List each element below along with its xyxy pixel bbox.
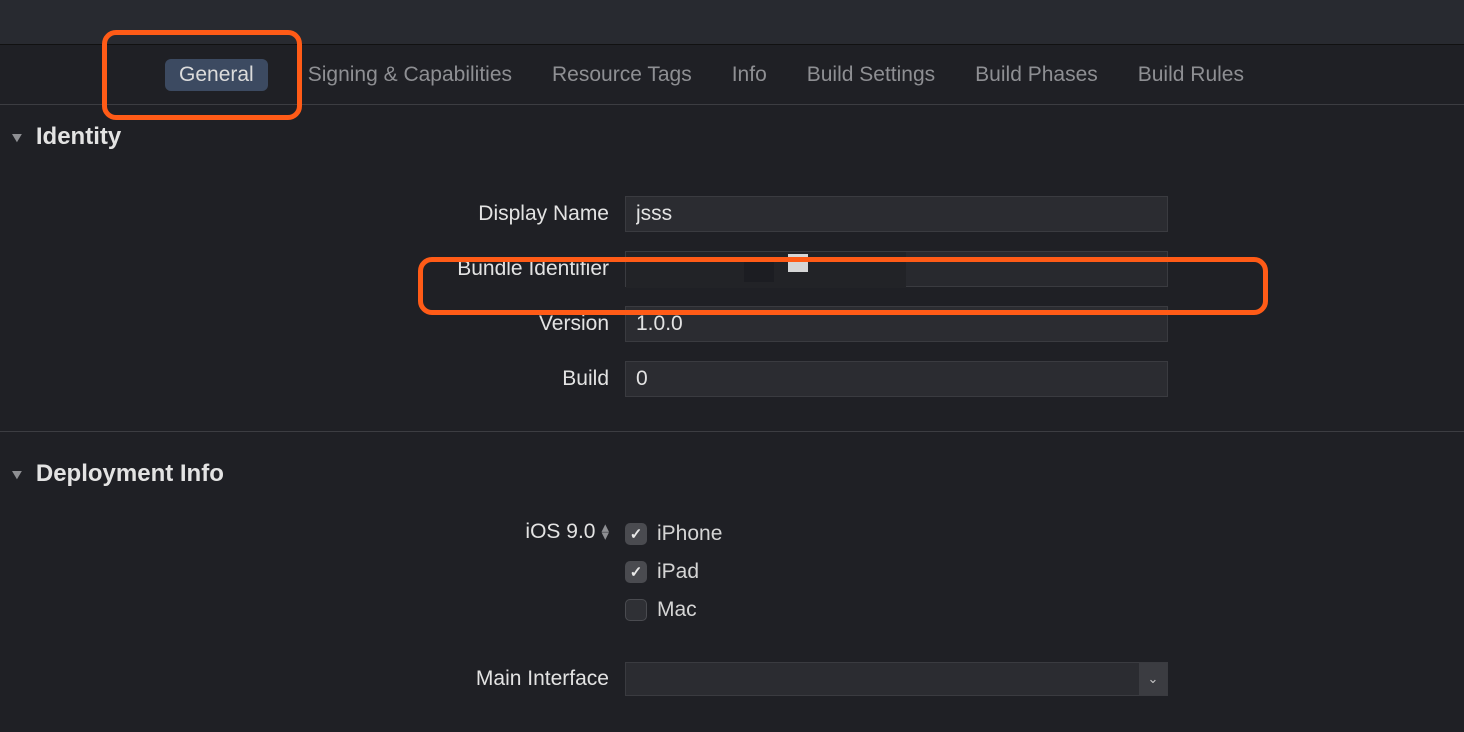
target-settings-tabbar: General Signing & Capabilities Resource …	[0, 45, 1464, 105]
display-name-input[interactable]	[625, 196, 1168, 232]
tab-resource-tags[interactable]: Resource Tags	[552, 45, 692, 105]
tab-signing-capabilities[interactable]: Signing & Capabilities	[308, 45, 512, 105]
tab-info[interactable]: Info	[732, 45, 767, 105]
tab-build-phases[interactable]: Build Phases	[975, 45, 1098, 105]
window-toolbar-area	[0, 0, 1464, 45]
main-interface-label: Main Interface	[0, 667, 625, 691]
device-mac-label: Mac	[657, 598, 697, 622]
bundle-identifier-input[interactable]	[625, 251, 1168, 287]
bundle-identifier-label: Bundle Identifier	[0, 257, 625, 281]
main-interface-dropdown[interactable]: ⌄	[625, 662, 1168, 696]
section-deployment-title: Deployment Info	[36, 460, 224, 488]
section-identity-title: Identity	[36, 123, 121, 151]
build-input[interactable]	[625, 361, 1168, 397]
disclosure-triangle-icon[interactable]: ▼	[9, 129, 26, 145]
checkbox-mac[interactable]	[625, 599, 647, 621]
section-deployment-header[interactable]: ▼ Deployment Info	[0, 442, 1464, 498]
disclosure-triangle-icon[interactable]: ▼	[9, 466, 26, 482]
device-iphone-label: iPhone	[657, 522, 722, 546]
build-label: Build	[0, 367, 625, 391]
chevron-down-icon[interactable]: ⌄	[1139, 663, 1167, 695]
section-divider	[0, 431, 1464, 432]
checkbox-ipad[interactable]	[625, 561, 647, 583]
version-input[interactable]	[625, 306, 1168, 342]
section-identity-header[interactable]: ▼ Identity	[0, 105, 1464, 161]
stepper-arrows-icon[interactable]: ▴▾	[601, 524, 609, 540]
tab-general[interactable]: General	[165, 59, 268, 91]
checkbox-iphone[interactable]	[625, 523, 647, 545]
device-ipad-label: iPad	[657, 560, 699, 584]
deployment-target-stepper[interactable]: iOS 9.0 ▴▾	[525, 520, 609, 544]
tab-build-rules[interactable]: Build Rules	[1138, 45, 1244, 105]
tab-build-settings[interactable]: Build Settings	[807, 45, 935, 105]
version-label: Version	[0, 312, 625, 336]
deployment-target-value: iOS 9.0	[525, 520, 595, 544]
display-name-label: Display Name	[0, 202, 625, 226]
